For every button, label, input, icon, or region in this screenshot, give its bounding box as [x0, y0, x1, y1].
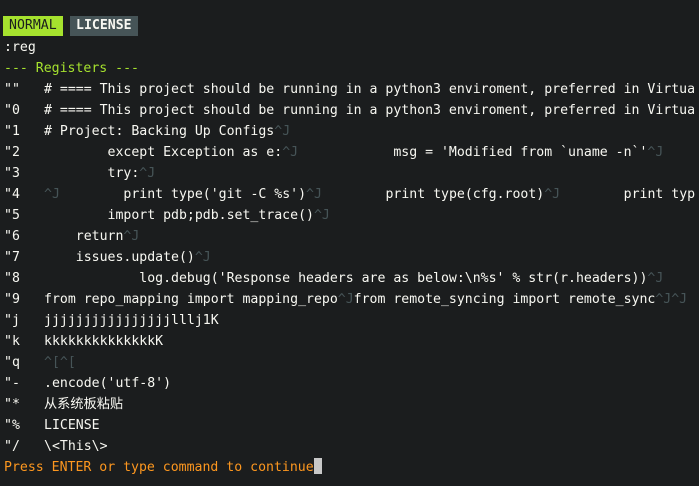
- register-name: "-: [4, 376, 20, 391]
- register-text: \<This\>: [44, 439, 108, 454]
- register-row: "2 except Exception as e:^J msg = 'Modif…: [4, 142, 699, 163]
- register-content: issues.update()^J: [44, 247, 699, 268]
- register-text: kkkkkkkkkkkkkkK: [44, 334, 164, 349]
- register-row: "j jjjjjjjjjjjjjjjjlllj1K: [4, 310, 699, 331]
- control-char: ^J: [139, 166, 156, 181]
- register-row: "* 从系统板粘贴: [4, 394, 699, 415]
- register-row: "9 from repo_mapping import mapping_repo^…: [4, 289, 699, 310]
- register-name: "4: [4, 187, 20, 202]
- register-text: import pdb;pdb.set_trace(): [44, 208, 314, 223]
- control-char: ^J: [44, 187, 60, 202]
- terminal-screen: :reg --- Registers --- "" # ==== This pro…: [4, 37, 699, 478]
- register-content: import pdb;pdb.set_trace()^J: [44, 205, 699, 226]
- register-row: "4 ^J print type('git -C %s')^J print typ…: [4, 184, 699, 205]
- register-text: # ==== This project should be running in…: [44, 82, 696, 97]
- register-name: "": [4, 82, 20, 97]
- mode-indicator: NORMAL: [3, 16, 63, 36]
- register-content: LICENSE: [44, 415, 699, 436]
- register-content: except Exception as e:^J msg = 'Modified…: [44, 142, 699, 163]
- tab-license[interactable]: LICENSE: [70, 16, 138, 36]
- control-char: ^J: [123, 229, 140, 244]
- register-row: "8 log.debug('Response headers are as be…: [4, 268, 699, 289]
- register-content: ^[^[: [44, 352, 699, 373]
- register-text: from repo_mapping import mapping_repo: [44, 292, 338, 307]
- register-text: print typ: [560, 187, 696, 202]
- register-row: "0 # ==== This project should be running …: [4, 100, 699, 121]
- register-name: "/: [4, 439, 20, 454]
- register-row: "- .encode('utf-8'): [4, 373, 699, 394]
- register-text: .encode('utf-8'): [44, 376, 172, 391]
- register-name: "9: [4, 292, 20, 307]
- control-char: ^J: [337, 292, 354, 307]
- register-row: "5 import pdb;pdb.set_trace()^J: [4, 205, 699, 226]
- register-content: try:^J: [44, 163, 699, 184]
- register-content: jjjjjjjjjjjjjjjjlllj1K: [44, 310, 699, 331]
- register-name: "%: [4, 418, 20, 433]
- control-char: ^J: [306, 187, 322, 202]
- registers-header: --- Registers ---: [4, 61, 139, 76]
- register-content: kkkkkkkkkkkkkkK: [44, 331, 699, 352]
- register-row: "q ^[^[: [4, 352, 699, 373]
- register-name: "j: [4, 313, 20, 328]
- register-text: 从系统板粘贴: [44, 397, 124, 412]
- register-content: log.debug('Response headers are as below…: [44, 268, 699, 289]
- register-text: print type('git -C %s'): [59, 187, 307, 202]
- register-name: "k: [4, 334, 20, 349]
- register-name: "q: [4, 355, 20, 370]
- register-text: msg = 'Modified from `uname -n`': [298, 145, 648, 160]
- tabline: NORMAL LICENSE: [0, 14, 699, 36]
- register-content: # ==== This project should be running in…: [44, 100, 699, 121]
- register-row: "7 issues.update()^J: [4, 247, 699, 268]
- register-content: return^J: [44, 226, 699, 247]
- register-row: "1 # Project: Backing Up Configs^J: [4, 121, 699, 142]
- register-row: "6 return^J: [4, 226, 699, 247]
- register-text: LICENSE: [44, 418, 100, 433]
- control-char: ^J: [647, 271, 664, 286]
- command-line: :reg: [4, 40, 36, 55]
- control-char: ^J: [544, 187, 561, 202]
- control-char: ^J: [274, 124, 291, 139]
- register-name: "6: [4, 229, 20, 244]
- register-row: "3 try:^J: [4, 163, 699, 184]
- register-text: try:: [44, 166, 140, 181]
- register-text: # Project: Backing Up Configs: [44, 124, 275, 139]
- register-name: "2: [4, 145, 20, 160]
- control-char: ^J: [313, 208, 330, 223]
- register-row: "" # ==== This project should be running …: [4, 79, 699, 100]
- register-content: from repo_mapping import mapping_repo^Jf…: [44, 289, 699, 310]
- register-content: ^J print type('git -C %s')^J print type(…: [44, 184, 699, 205]
- control-char: ^[^[: [44, 355, 76, 370]
- register-name: "5: [4, 208, 20, 223]
- register-name: "8: [4, 271, 20, 286]
- register-row: "% LICENSE: [4, 415, 699, 436]
- register-text: from remote_syncing import remote_sync: [353, 292, 656, 307]
- register-name: "7: [4, 250, 20, 265]
- register-content: # Project: Backing Up Configs^J: [44, 121, 699, 142]
- register-name: "0: [4, 103, 20, 118]
- register-text: return: [44, 229, 124, 244]
- control-char: ^J: [194, 250, 211, 265]
- prompt-text: Press ENTER or type command to continue: [4, 460, 314, 475]
- control-char: ^J^J: [655, 292, 688, 307]
- register-list: "" # ==== This project should be running …: [4, 79, 699, 457]
- register-name: "1: [4, 124, 20, 139]
- text-cursor: [313, 458, 322, 474]
- register-text: print type(cfg.root): [321, 187, 545, 202]
- register-name: "3: [4, 166, 20, 181]
- register-content: # ==== This project should be running in…: [44, 79, 699, 100]
- register-text: log.debug('Response headers are as below…: [44, 271, 648, 286]
- register-content: 从系统板粘贴: [44, 394, 699, 415]
- register-row: "/ \<This\>: [4, 436, 699, 457]
- register-text: issues.update(): [44, 250, 195, 265]
- register-name: "*: [4, 397, 20, 412]
- continue-prompt[interactable]: Press ENTER or type command to continue: [4, 457, 699, 478]
- register-text: # ==== This project should be running in…: [44, 103, 696, 118]
- register-row: "k kkkkkkkkkkkkkkK: [4, 331, 699, 352]
- register-text: jjjjjjjjjjjjjjjjlllj1K: [44, 313, 219, 328]
- control-char: ^J: [647, 145, 664, 160]
- register-text: except Exception as e:: [44, 145, 283, 160]
- control-char: ^J: [282, 145, 299, 160]
- register-content: \<This\>: [44, 436, 699, 457]
- register-content: .encode('utf-8'): [44, 373, 699, 394]
